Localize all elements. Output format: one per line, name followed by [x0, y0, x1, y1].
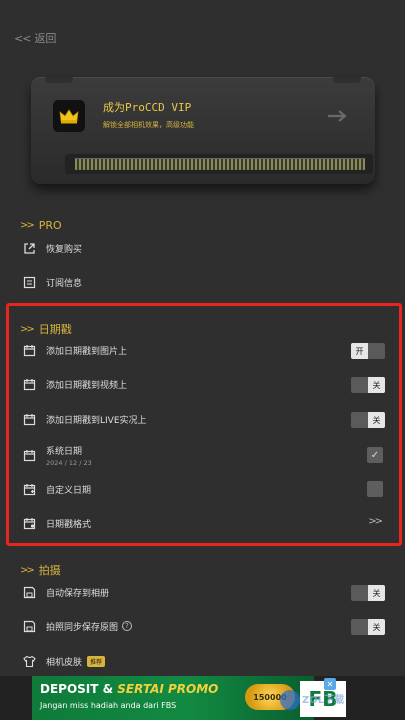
back-chevron-icon: <<	[14, 31, 31, 45]
save-original-toggle[interactable]: 关	[351, 619, 385, 635]
subscription-info-row[interactable]: 订阅信息	[22, 272, 385, 292]
ad-title: DEPOSIT & SERTAI PROMO	[40, 682, 219, 696]
document-icon	[22, 275, 36, 289]
subscription-info-label: 订阅信息	[46, 278, 83, 289]
watermark-logo-icon	[280, 690, 300, 710]
ad-banner[interactable]: DEPOSIT & SERTAI PROMO Jangan miss hadia…	[0, 676, 405, 720]
help-icon[interactable]: ?	[122, 621, 133, 631]
autosave-row: 自动保存到相册 关	[22, 582, 385, 602]
save-icon	[22, 585, 36, 599]
vip-title: 成为ProCCD VIP	[103, 101, 192, 114]
vip-subtitle: 解锁全部相机效果，高级功能	[103, 121, 194, 129]
double-chevron-icon: >>	[20, 564, 35, 576]
save-original-label: 拍照同步保存原图	[46, 622, 119, 633]
highlight-box	[6, 303, 402, 546]
save-original-row: 拍照同步保存原图 ? 关	[22, 616, 385, 636]
card-notch	[45, 77, 73, 83]
arrow-right-icon	[327, 107, 349, 126]
save-icon	[22, 619, 36, 633]
section-shoot-title: >> 拍摄	[20, 564, 61, 577]
watermark: ZOL下载	[280, 690, 344, 710]
share-icon	[22, 241, 36, 255]
ad-subtitle: Jangan miss hadiah anda dari FBS	[40, 701, 177, 710]
camera-skin-row[interactable]: 相机皮肤 推荐	[22, 651, 385, 671]
section-pro-title: >> PRO	[20, 219, 62, 232]
camera-skin-label: 相机皮肤	[46, 657, 83, 668]
back-button[interactable]: << 返回	[14, 30, 56, 46]
autosave-label: 自动保存到相册	[46, 588, 110, 599]
vip-card[interactable]: 成为ProCCD VIP 解锁全部相机效果，高级功能	[31, 77, 375, 184]
crown-icon	[53, 100, 85, 132]
card-pins	[75, 158, 365, 170]
recommend-badge: 推荐	[87, 655, 106, 667]
ad-close-icon[interactable]: ✕	[324, 678, 336, 690]
shirt-icon	[22, 654, 36, 668]
ad-creative[interactable]: DEPOSIT & SERTAI PROMO Jangan miss hadia…	[32, 676, 346, 720]
card-notch	[333, 77, 361, 83]
restore-purchase-row[interactable]: 恢复购买	[22, 238, 385, 258]
double-chevron-icon: >>	[20, 220, 35, 231]
back-label: 返回	[34, 32, 57, 45]
autosave-toggle[interactable]: 关	[351, 585, 385, 601]
restore-purchase-label: 恢复购买	[46, 244, 83, 255]
